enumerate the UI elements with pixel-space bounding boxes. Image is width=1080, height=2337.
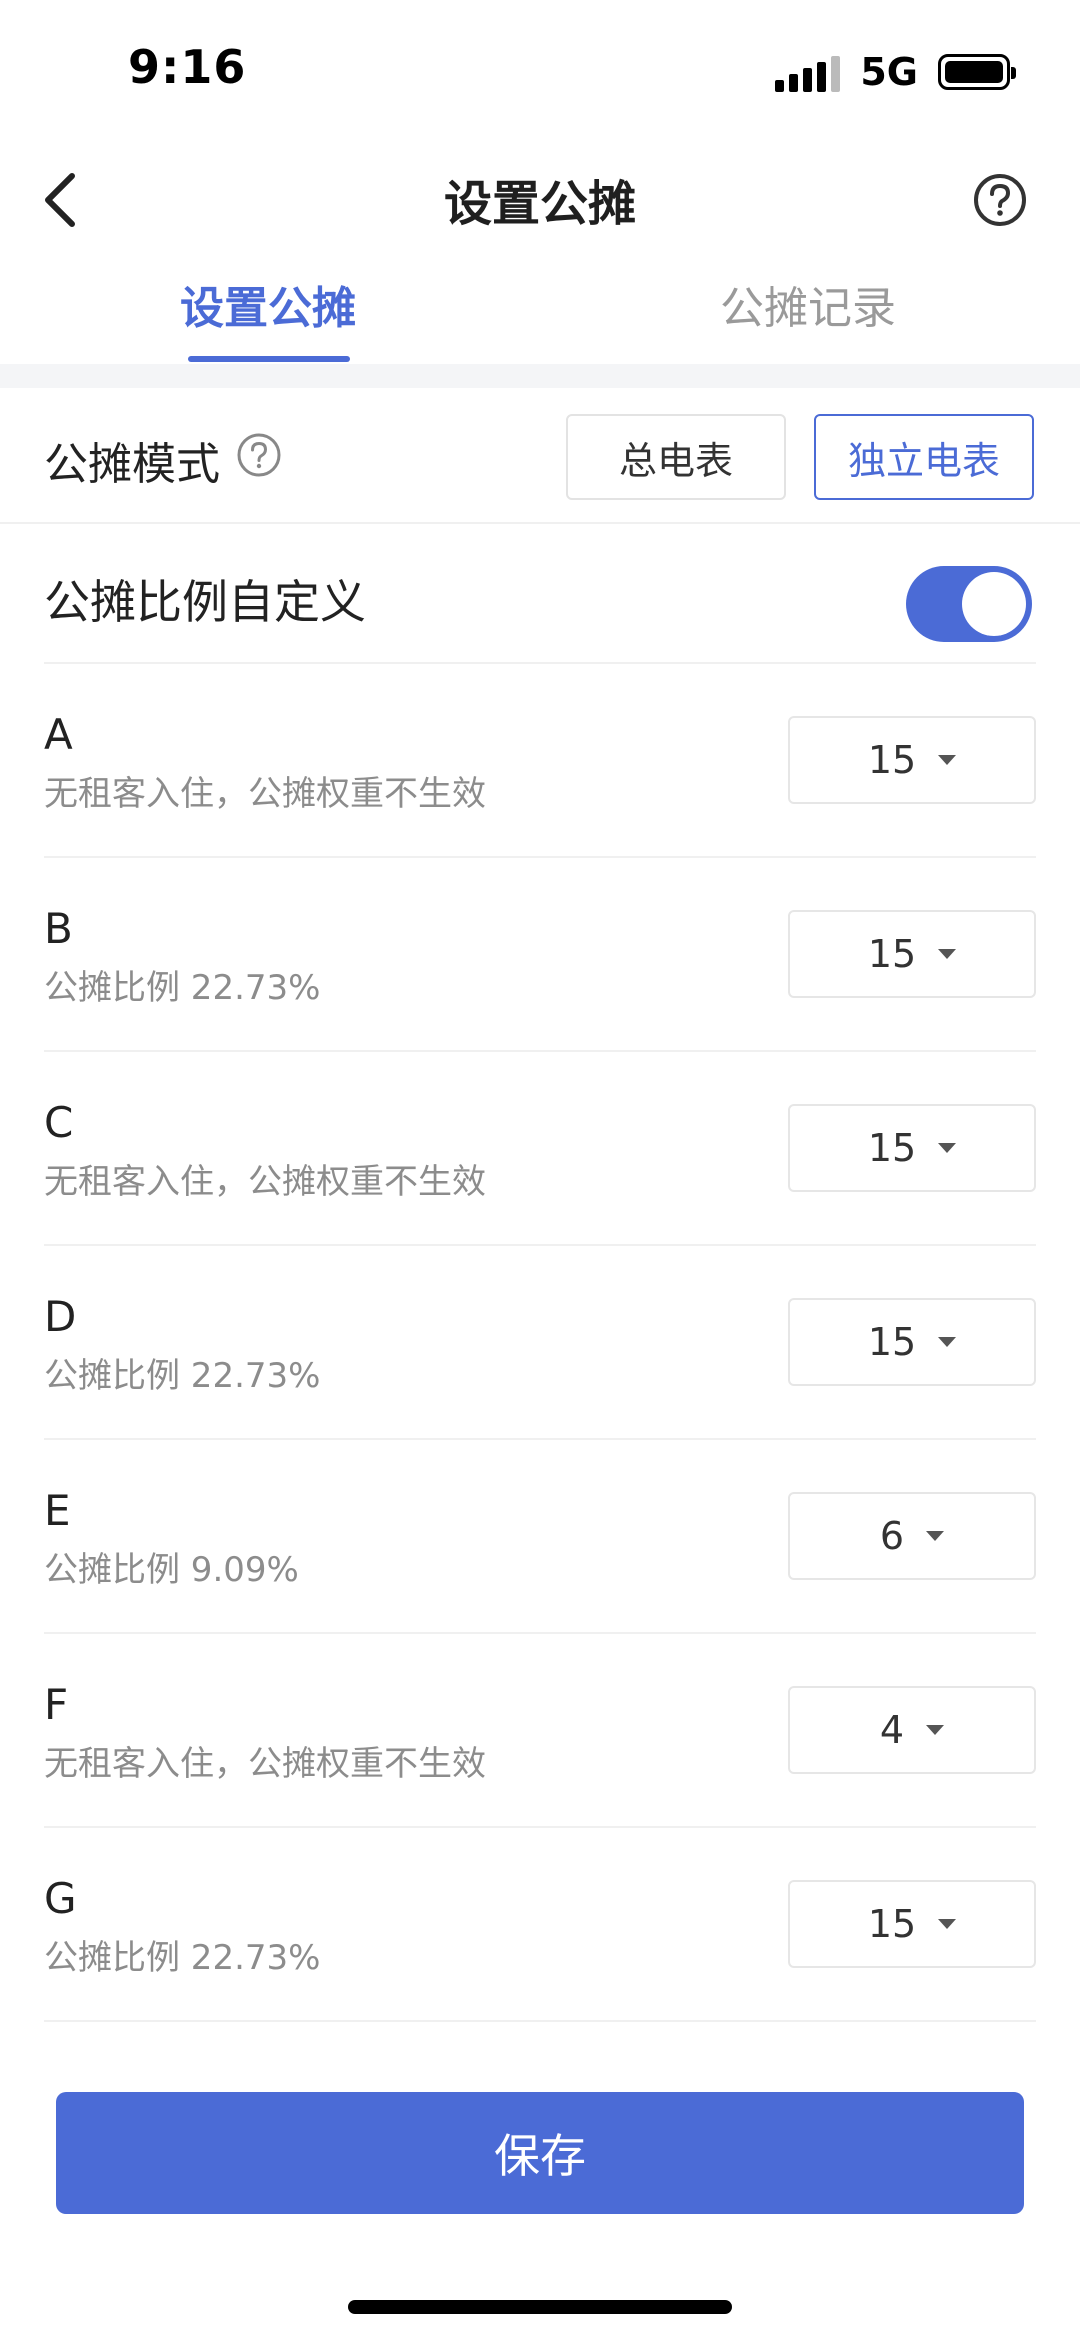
weight-value: 15: [867, 1320, 917, 1364]
caret-down-icon: [926, 1725, 945, 1735]
network-label: 5G: [860, 50, 918, 94]
list-item: G 公摊比例 22.73% 15: [44, 1828, 1036, 2022]
custom-ratio-label: 公摊比例自定义: [44, 575, 366, 629]
list-item: E 公摊比例 9.09% 6: [44, 1440, 1036, 1634]
status-bar: 9:16 5G: [0, 0, 1080, 140]
room-description: 无租客入住，公摊权重不生效: [44, 1162, 486, 1202]
weight-select[interactable]: 4: [788, 1686, 1036, 1774]
list-item: F 无租客入住，公摊权重不生效 4: [44, 1634, 1036, 1828]
help-button[interactable]: [960, 160, 1040, 240]
caret-down-icon: [938, 949, 957, 959]
weight-select[interactable]: 15: [788, 910, 1036, 998]
weight-select[interactable]: 15: [788, 1104, 1036, 1192]
list-item: A 无租客入住，公摊权重不生效 15: [44, 664, 1036, 858]
allocation-mode-row: 公摊模式 总电表 独立电表: [0, 388, 1080, 524]
tab-bar: 设置公摊 公摊记录: [0, 260, 1080, 364]
custom-ratio-toggle[interactable]: [906, 566, 1032, 642]
weight-value: 15: [867, 932, 917, 976]
room-name: D: [44, 1292, 77, 1341]
tab-allocation-records[interactable]: 公摊记录: [720, 272, 896, 336]
room-name: F: [44, 1680, 69, 1729]
caret-down-icon: [938, 755, 957, 765]
settings-page: 9:16 5G 设置公摊 设置公摊 公摊记录 公摊模式 总电表 独立电表 公摊比…: [0, 0, 1080, 2337]
weight-select[interactable]: 15: [788, 1298, 1036, 1386]
weight-value: 15: [867, 1126, 917, 1170]
weight-select[interactable]: 15: [788, 716, 1036, 804]
status-indicators: 5G: [775, 50, 1016, 94]
allocation-mode-label: 公摊模式: [44, 439, 220, 490]
weight-value: 6: [879, 1514, 905, 1558]
room-name: E: [44, 1486, 71, 1535]
nav-bar: 设置公摊: [0, 140, 1080, 260]
room-description: 无租客入住，公摊权重不生效: [44, 774, 486, 814]
room-description: 公摊比例 9.09%: [44, 1550, 299, 1590]
battery-icon: [938, 54, 1016, 90]
page-title: 设置公摊: [443, 176, 636, 232]
caret-down-icon: [926, 1531, 945, 1541]
weight-value: 15: [867, 738, 917, 782]
weight-value: 4: [879, 1708, 905, 1752]
weight-value: 15: [867, 1902, 917, 1946]
list-item: D 公摊比例 22.73% 15: [44, 1246, 1036, 1440]
caret-down-icon: [938, 1337, 957, 1347]
room-name: C: [44, 1098, 74, 1147]
toggle-knob: [962, 572, 1026, 636]
tab-set-allocation[interactable]: 设置公摊: [180, 272, 356, 336]
save-button[interactable]: 保存: [56, 2092, 1024, 2214]
weight-select[interactable]: 6: [788, 1492, 1036, 1580]
caret-down-icon: [938, 1143, 957, 1153]
room-name: B: [44, 904, 73, 953]
question-circle-icon: [974, 174, 1026, 226]
weight-select[interactable]: 15: [788, 1880, 1036, 1968]
independent-meter-button[interactable]: 独立电表: [814, 414, 1034, 500]
home-indicator: [348, 2300, 732, 2314]
section-divider: [0, 364, 1080, 388]
list-item: C 无租客入住，公摊权重不生效 15: [44, 1052, 1036, 1246]
total-meter-button[interactable]: 总电表: [566, 414, 786, 500]
room-description: 公摊比例 22.73%: [44, 1938, 321, 1978]
tab-indicator: [188, 356, 350, 362]
room-description: 无租客入住，公摊权重不生效: [44, 1744, 486, 1784]
question-circle-icon[interactable]: [236, 432, 282, 478]
caret-down-icon: [938, 1919, 957, 1929]
custom-ratio-row: 公摊比例自定义: [44, 524, 1036, 664]
room-list: A 无租客入住，公摊权重不生效 15 B 公摊比例 22.73% 15 C 无租…: [44, 664, 1036, 2022]
room-description: 公摊比例 22.73%: [44, 1356, 321, 1396]
list-item: B 公摊比例 22.73% 15: [44, 858, 1036, 1052]
room-name: A: [44, 710, 73, 759]
room-name: G: [44, 1874, 77, 1923]
room-description: 公摊比例 22.73%: [44, 968, 321, 1008]
signal-icon: [775, 52, 841, 92]
status-time: 9:16: [128, 40, 247, 94]
